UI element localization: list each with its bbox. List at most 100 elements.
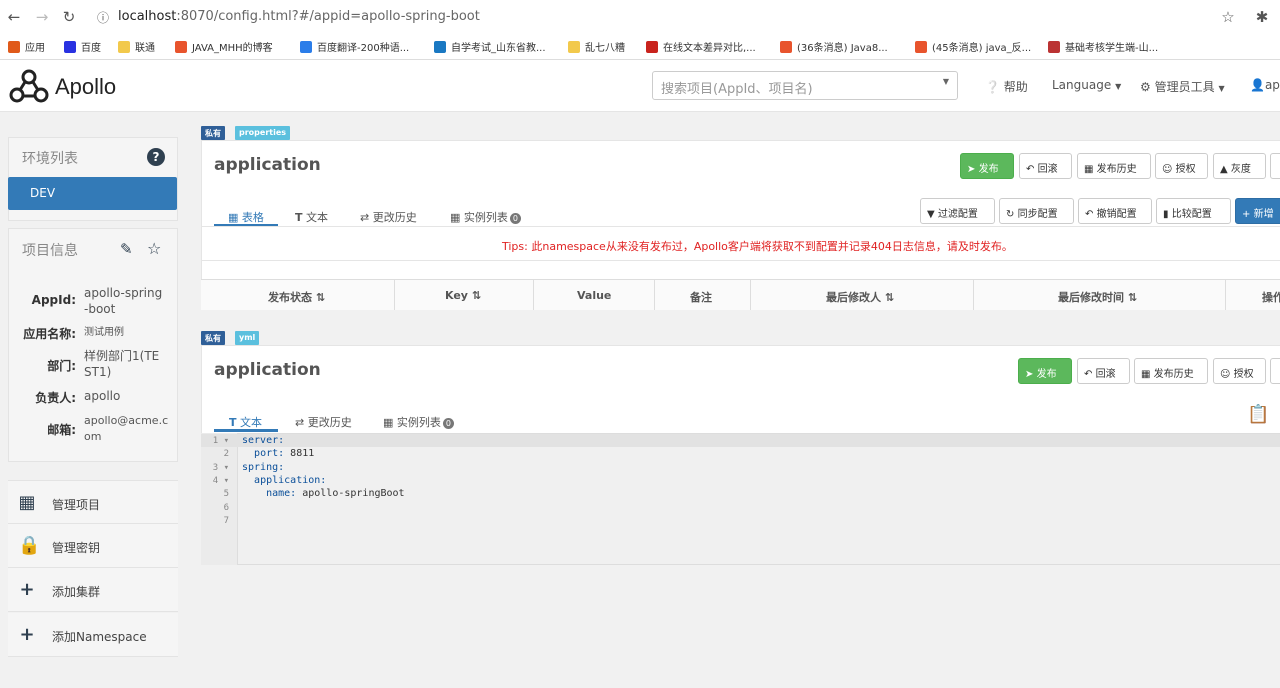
info-icon[interactable]: ⓘ [93,9,113,26]
tab-instances[interactable]: ▦ 实例列表 0 [383,414,454,430]
add-config-button[interactable]: + 新增 [1235,198,1280,224]
refresh-icon: ↻ [1006,209,1015,220]
filter-config-button[interactable]: ▼ 过滤配置 [920,198,995,224]
gray-release-button[interactable]: ▲ 灰度 [1213,153,1266,179]
email-label: 邮箱: [47,423,76,437]
rollback-button[interactable]: ↶ 回滚 [1019,153,1072,179]
bookmark-favicon-icon [646,41,658,53]
env-item-dev[interactable]: DEV [8,177,177,210]
bookmark-item[interactable]: 基础考核学生端-山... [1048,39,1158,54]
col-key[interactable]: Key ⇅ [445,289,481,302]
reload-icon[interactable]: ↻ [59,8,79,26]
col-operations: 操作 [1262,291,1280,304]
calendar-icon: ▦ [1141,369,1151,380]
forward-icon[interactable]: → [32,8,52,26]
bookmark-item[interactable]: 联通 [118,39,155,54]
logo-text[interactable]: Apollo [55,74,116,100]
bookmark-label: 应用 [25,43,45,54]
bookmark-star-icon[interactable]: ☆ [1218,8,1238,26]
sort-icon: ⇅ [884,291,895,304]
send-icon: ➤ [1025,369,1034,380]
copy-icon: ▮ [1163,209,1169,220]
extensions-icon[interactable]: ✱ [1252,8,1272,26]
back-icon[interactable]: ← [4,8,24,26]
language-dropdown[interactable]: Language ▼ [1052,78,1121,92]
more-button[interactable] [1270,153,1280,179]
bookmark-item[interactable]: 百度翻译-200种语... [300,39,409,54]
sync-config-button[interactable]: ↻ 同步配置 [999,198,1074,224]
publish-button[interactable]: ➤ 发布 [960,153,1014,179]
code-line[interactable]: application: [242,475,326,486]
bookmark-item[interactable]: 百度 [64,39,101,54]
help-circle-icon[interactable]: ? [147,148,165,166]
bookmark-item[interactable]: (45条消息) java_反... [915,39,1031,54]
user-menu[interactable]: 👤apo [1250,78,1280,92]
bookmark-item[interactable]: 应用 [8,39,45,54]
tab-history[interactable]: ⇄ 更改历史 [295,414,352,430]
code-line[interactable]: spring: [242,462,284,473]
tab-history[interactable]: ⇄ 更改历史 [360,209,417,225]
star-icon[interactable]: ☆ [147,239,161,258]
bookmark-item[interactable]: 自学考试_山东省教... [434,39,546,54]
col-separator [533,279,534,310]
admin-tools-dropdown[interactable]: ⚙ 管理员工具 ▼ [1140,78,1225,95]
calendar-icon: ▦ [1084,164,1094,175]
col-release-status[interactable]: 发布状态 ⇅ [268,289,325,305]
tab-table[interactable]: ▦ 表格 [228,209,264,225]
line-number: 6 [223,502,229,513]
bookmark-favicon-icon [175,41,187,53]
url-field[interactable]: localhost:8070/config.html?#/appid=apoll… [118,9,480,24]
gear-icon: ⚙ [1140,80,1151,94]
manage-secret-button[interactable]: 🔒 管理密钥 [8,524,178,568]
authorize-button[interactable]: ☺ 授权 [1155,153,1208,179]
col-last-modifier[interactable]: 最后修改人 ⇅ [826,289,894,305]
sort-icon: ⇅ [471,289,482,302]
more-button[interactable] [1270,358,1280,384]
plus-icon: + [19,579,35,600]
bookmark-item[interactable]: (36条消息) Java8... [780,39,888,54]
code-line[interactable]: server: [242,435,284,446]
manage-project-button[interactable]: ▦ 管理项目 [8,480,178,524]
compare-config-button[interactable]: ▮ 比较配置 [1156,198,1231,224]
bookmarks-bar: 应用 百度 联通 JAVA_MHH的博客 百度翻译-200种语... 自学考试_山东省教.… [0,34,1280,58]
app-name-value: 测试用例 [84,327,124,338]
owner-value: apollo [84,389,121,403]
col-separator [973,279,974,310]
bookmark-label: 基础考核学生端-山... [1065,43,1159,54]
caret-down-icon: ▼ [1218,84,1225,93]
release-history-button[interactable]: ▦ 发布历史 [1134,358,1208,384]
project-search-select[interactable]: 搜索项目(AppId、项目名) ▼ [652,71,958,100]
exchange-icon: ⇄ [295,416,305,429]
tab-instances[interactable]: ▦ 实例列表 0 [450,209,521,225]
tab-text[interactable]: T 文本 [295,209,328,225]
unpublished-tips: Tips: 此namespace从来没有发布过，Apollo客户端将获取不到配置… [502,240,1013,253]
app-header: Apollo 搜索项目(AppId、项目名) ▼ ❔ 帮助 Language ▼… [0,60,1280,112]
help-link[interactable]: ❔ 帮助 [985,78,1028,95]
code-line[interactable]: port: 8811 [242,448,314,459]
publish-button[interactable]: ➤ 发布 [1018,358,1072,384]
bookmark-item[interactable]: JAVA_MHH的博客 [175,39,273,54]
bookmark-item[interactable]: 乱七八糟 [568,39,625,54]
col-last-modified-time[interactable]: 最后修改时间 ⇅ [1058,289,1137,305]
add-namespace-button[interactable]: + 添加Namespace [8,613,178,657]
namespace-title: application [214,155,321,175]
email-value: apollo@acme.c om [84,414,169,443]
revoke-config-button[interactable]: ↶ 撤销配置 [1078,198,1152,224]
apollo-logo-icon[interactable] [8,68,50,104]
undo-icon: ↶ [1084,369,1093,380]
clipboard-icon[interactable]: 📋 [1247,404,1269,425]
bookmark-item[interactable]: 在线文本差异对比,... [646,39,756,54]
tag-format: properties [235,126,291,140]
edit-icon[interactable]: ✎ [120,240,133,258]
bookmark-label: (45条消息) java_反... [932,43,1032,54]
release-history-button[interactable]: ▦ 发布历史 [1077,153,1151,179]
code-line[interactable]: name: apollo-springBoot [242,488,404,499]
rollback-button[interactable]: ↶ 回滚 [1077,358,1130,384]
owner-label: 负责人: [35,391,76,405]
authorize-button[interactable]: ☺ 授权 [1213,358,1266,384]
caret-down-icon: ▼ [1115,82,1122,91]
add-cluster-button[interactable]: + 添加集群 [8,568,178,612]
user-icon: 👤 [1250,78,1265,92]
tab-text[interactable]: T 文本 [229,414,262,430]
bookmark-favicon-icon [64,41,76,53]
